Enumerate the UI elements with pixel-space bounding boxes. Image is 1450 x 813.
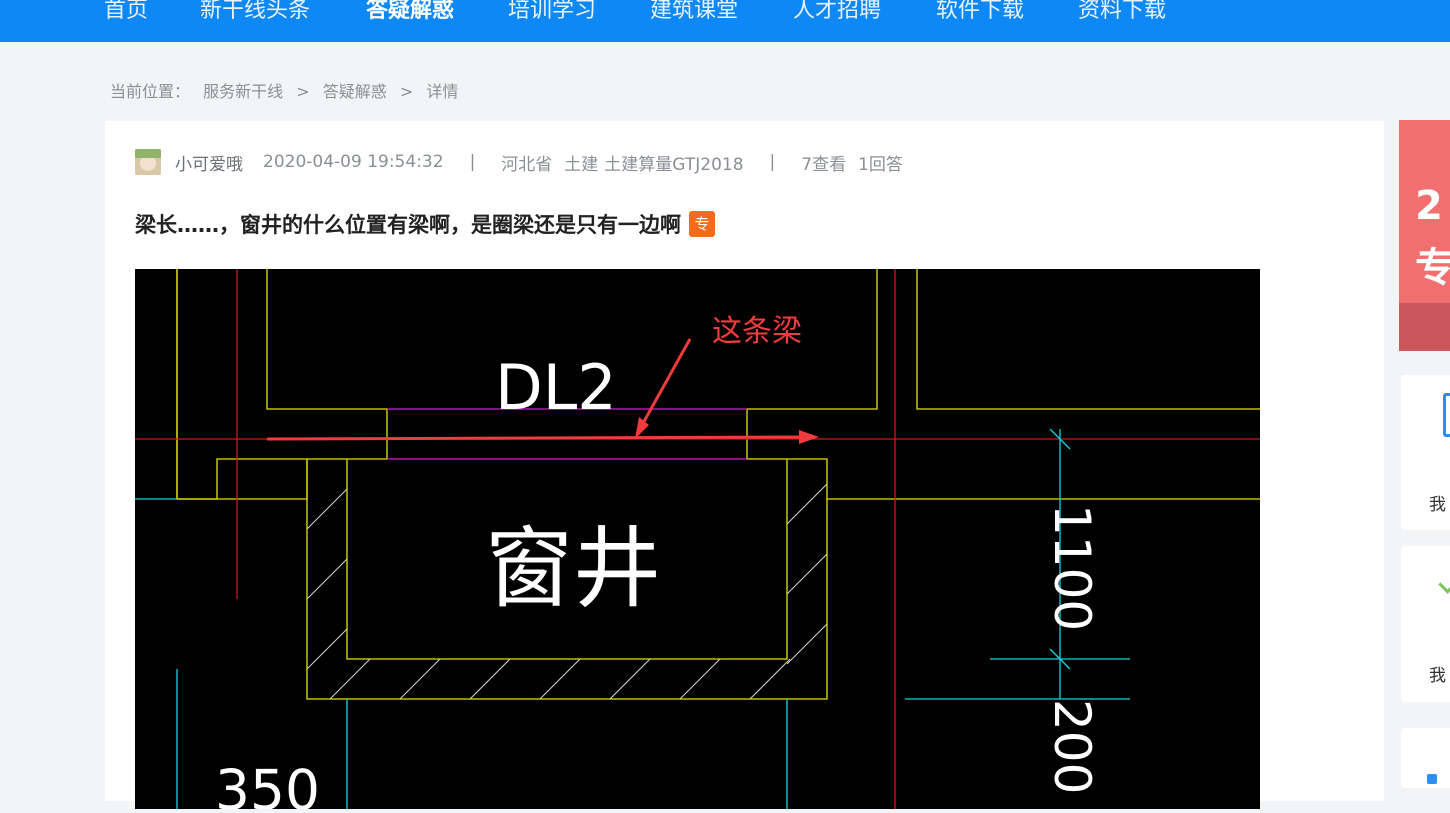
expert-badge: 专	[689, 211, 715, 237]
breadcrumb-prefix: 当前位置：	[110, 82, 191, 101]
nav-headlines[interactable]: 新干线头条	[200, 0, 310, 26]
breadcrumb-qa[interactable]: 答疑解惑	[323, 82, 387, 101]
dimension-350: 350	[215, 758, 320, 809]
view-count: 7查看	[801, 154, 847, 175]
question-title: 梁长……，窗井的什么位置有梁啊，是圈梁还是只有一边啊 专	[135, 209, 715, 239]
cad-drawing: DL2 窗井 这条梁 1100 200 350	[135, 269, 1260, 813]
nav-software[interactable]: 软件下载	[936, 0, 1024, 26]
square-icon	[1443, 393, 1450, 437]
promo-banner[interactable]: 2 专	[1399, 120, 1450, 351]
breadcrumb-current: 详情	[426, 82, 459, 101]
question-title-text: 梁长……，窗井的什么位置有梁啊，是圈梁还是只有一边啊	[135, 213, 681, 237]
question-meta: 小可爱哦 2020-04-09 19:54:32 | 河北省 土建 土建算量GT…	[135, 149, 903, 175]
nav-classroom[interactable]: 建筑课堂	[650, 0, 738, 26]
well-label: 窗井	[485, 517, 661, 620]
beam-label: DL2	[495, 351, 617, 424]
nav-qa[interactable]: 答疑解惑	[366, 0, 454, 26]
dimension-1100: 1100	[1043, 504, 1101, 631]
promo-banner-line1: 2	[1415, 183, 1443, 229]
breadcrumb: 当前位置： 服务新干线 > 答疑解惑 > 详情	[110, 78, 458, 102]
nav-jobs[interactable]: 人才招聘	[793, 0, 881, 26]
top-nav: 首页 新干线头条 答疑解惑 培训学习 建筑课堂 人才招聘 软件下载 资料下载	[0, 0, 1450, 42]
breadcrumb-service[interactable]: 服务新干线	[203, 82, 283, 101]
question-card: 小可爱哦 2020-04-09 19:54:32 | 河北省 土建 土建算量GT…	[105, 121, 1384, 813]
breadcrumb-separator: >	[296, 82, 310, 101]
side-card-2[interactable]: 我	[1401, 546, 1450, 702]
side-card-3[interactable]	[1401, 728, 1450, 788]
dimension-200: 200	[1043, 699, 1101, 794]
promo-banner-stripe	[1399, 303, 1450, 351]
breadcrumb-separator: >	[399, 82, 414, 101]
question-image[interactable]: DL2 窗井 这条梁 1100 200 350	[135, 269, 1260, 813]
nav-home[interactable]: 首页	[104, 0, 148, 26]
side-card-1-text: 我	[1429, 495, 1446, 515]
side-card-2-text: 我	[1429, 666, 1446, 686]
user-name[interactable]: 小可爱哦	[175, 150, 243, 175]
side-card-1[interactable]: 我	[1401, 375, 1450, 530]
software-tag: 土建算量GTJ2018	[604, 154, 744, 175]
promo-banner-line2: 专	[1415, 245, 1450, 291]
answer-count: 1回答	[858, 154, 903, 175]
app-icon	[1427, 774, 1437, 784]
nav-docs[interactable]: 资料下载	[1078, 0, 1166, 26]
leaf-icon	[1438, 575, 1450, 594]
annotation-label: 这条梁	[712, 314, 802, 349]
avatar[interactable]	[135, 149, 161, 175]
category-tag: 土建	[564, 154, 599, 175]
divider: |	[469, 152, 476, 172]
post-datetime: 2020-04-09 19:54:32	[263, 152, 444, 172]
region-tag: 河北省	[501, 154, 553, 175]
divider: |	[769, 152, 776, 172]
nav-training[interactable]: 培训学习	[508, 0, 596, 26]
